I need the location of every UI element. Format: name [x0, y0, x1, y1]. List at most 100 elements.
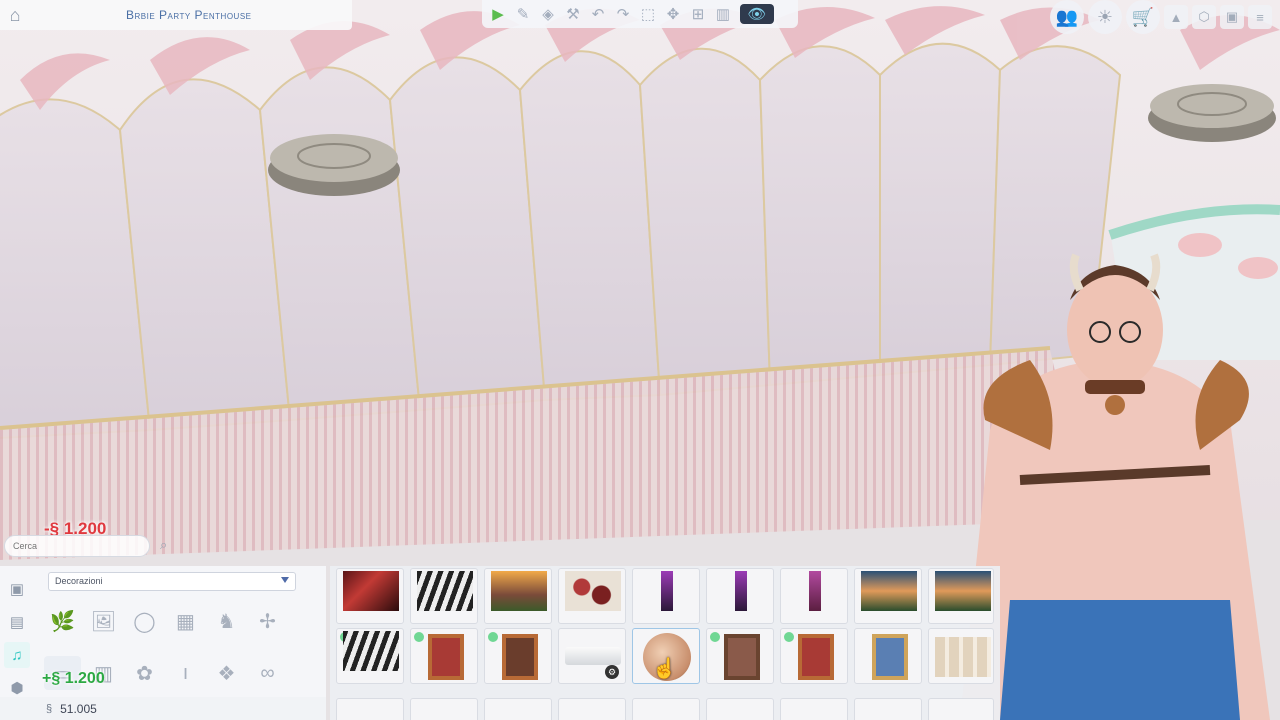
build-toolbar: ▶ ✎ ◈ ⚒ ↶ ↷ ⬚ ✥ ⊞ ▥ 👁 — [482, 0, 798, 28]
item-thumbnail — [343, 631, 399, 671]
ceiling-light-left — [268, 134, 400, 196]
undo-icon[interactable]: ↶ — [586, 2, 610, 26]
item-thumbnail — [417, 571, 473, 611]
catalog-item[interactable] — [410, 628, 478, 684]
floor-up-icon[interactable]: ▲ — [1164, 5, 1188, 29]
item-thumbnail — [428, 634, 464, 680]
new-item-icon — [710, 632, 720, 642]
new-item-icon — [414, 632, 424, 642]
item-thumbnail — [565, 647, 621, 665]
subcategory-row-1: 🌿 🖼 ◯ ▦ ♞ ✢ — [44, 604, 286, 638]
catalog-item[interactable] — [336, 698, 404, 720]
item-thumbnail — [861, 571, 917, 611]
catalog-item[interactable] — [928, 628, 994, 684]
item-thumbnail — [735, 571, 747, 611]
new-item-icon — [488, 632, 498, 642]
catalog-item[interactable] — [928, 568, 994, 624]
sledgehammer-tool-icon[interactable]: ⚒ — [561, 2, 585, 26]
catalog-item[interactable] — [928, 698, 994, 720]
new-item-icon — [784, 632, 794, 642]
catalog-item[interactable] — [484, 698, 552, 720]
top-right-controls: 👥 ☀ 🛒 ▲ ⬡ ▣ ≡ — [1050, 0, 1280, 34]
catalog-item[interactable] — [484, 568, 552, 624]
cube-icon[interactable]: ⬡ — [1192, 5, 1216, 29]
design-tool-icon[interactable]: ◈ — [536, 2, 560, 26]
gain-indicator: +§ 1.200 — [42, 670, 105, 687]
catalog-item[interactable] — [632, 698, 700, 720]
catalog-item-grid: ⚙ — [330, 566, 1000, 720]
chevron-down-icon — [281, 577, 289, 583]
category-value: Decorazioni — [55, 576, 103, 586]
funds-value: 51.005 — [60, 701, 97, 716]
curtain-icon[interactable]: ▦ — [167, 604, 204, 638]
plant-icon[interactable]: 🌿 — [44, 604, 81, 638]
cart-icon[interactable]: 🛒 — [1126, 0, 1160, 34]
window-icon[interactable]: ▣ — [1220, 5, 1244, 29]
catalog-item[interactable] — [410, 698, 478, 720]
catalog-item[interactable] — [780, 698, 848, 720]
wall-tool-icon[interactable]: ▥ — [711, 2, 735, 26]
catalog-item[interactable] — [558, 698, 626, 720]
catalog-item[interactable] — [706, 698, 774, 720]
gear-icon: ⚙ — [605, 665, 619, 679]
simoleon-icon: § — [46, 702, 53, 715]
ceiling-fan-icon[interactable]: ✢ — [249, 604, 286, 638]
decor-icon[interactable]: ♫ — [4, 642, 30, 668]
item-thumbnail — [502, 634, 538, 680]
cursor-hand-icon: ☝ — [652, 658, 677, 680]
catalog-item[interactable] — [336, 628, 404, 684]
catalog-item[interactable] — [558, 568, 626, 624]
sculpture-icon[interactable]: ♞ — [208, 604, 245, 638]
eyedropper-tool-icon[interactable]: ✎ — [511, 2, 535, 26]
category-dropdown[interactable]: Decorazioni — [48, 572, 296, 591]
search-input[interactable] — [4, 535, 150, 557]
redo-icon[interactable]: ↷ — [611, 2, 635, 26]
rooms-icon[interactable]: ▤ — [4, 609, 30, 635]
catalog-item[interactable] — [410, 568, 478, 624]
lightbulb-icon[interactable]: ☀ — [1088, 0, 1122, 34]
move-tool-icon[interactable]: ✥ — [661, 2, 685, 26]
catalog-item[interactable]: ⚙ — [558, 628, 626, 684]
catalog-search: ⌕ — [4, 535, 184, 557]
catalog-item[interactable] — [706, 568, 774, 624]
catalog-item[interactable] — [780, 568, 848, 624]
search-icon[interactable]: ⌕ — [160, 537, 178, 555]
candle-icon[interactable]: ı — [167, 656, 204, 690]
mirror-icon[interactable]: ◯ — [126, 604, 163, 638]
home-icon[interactable]: ⌂ — [0, 0, 30, 30]
ceiling-light-right — [1148, 84, 1276, 142]
catalog-item[interactable] — [632, 568, 700, 624]
floor-tool-icon[interactable]: ⊞ — [686, 2, 710, 26]
item-thumbnail — [724, 634, 760, 680]
item-thumbnail — [491, 571, 547, 611]
catalog-item[interactable] — [484, 628, 552, 684]
catalog-item[interactable] — [854, 568, 922, 624]
item-thumbnail — [935, 637, 991, 677]
select-tool-icon[interactable]: ▶ — [486, 2, 510, 26]
place-tool-icon[interactable]: ⬚ — [636, 2, 660, 26]
catalog-item[interactable] — [336, 568, 404, 624]
lot-title-bar: ⌂ Brbie Party Penthouse — [0, 0, 352, 30]
household-funds: § 51.005 — [0, 697, 326, 720]
item-thumbnail — [872, 634, 908, 680]
camera-view-icon[interactable]: 👁 — [740, 4, 774, 24]
catalog-item[interactable] — [706, 628, 774, 684]
painting-icon[interactable]: 🖼 — [85, 604, 122, 638]
item-thumbnail — [798, 634, 834, 680]
pattern-icon[interactable]: ❖ — [208, 656, 245, 690]
lot-name: Brbie Party Penthouse — [126, 8, 252, 22]
catalog-side-tabs: ▣ ▤ ♫ ⬢ — [4, 576, 34, 708]
catalog-item[interactable] — [854, 628, 922, 684]
pet-icon[interactable]: ✿ — [126, 656, 163, 690]
infinity-icon[interactable]: ∞ — [249, 656, 286, 690]
catalog-item[interactable] — [780, 628, 848, 684]
item-thumbnail — [809, 571, 821, 611]
item-thumbnail — [343, 571, 399, 611]
menu-icon[interactable]: ≡ — [1248, 5, 1272, 29]
objects-icon[interactable]: ▣ — [4, 576, 30, 602]
item-thumbnail — [565, 571, 621, 611]
catalog-panel: ▣ ▤ ♫ ⬢ Decorazioni 🌿 🖼 ◯ ▦ ♞ ✢ ▭ ▥ ✿ ı … — [0, 566, 326, 720]
sims-icon[interactable]: 👥 — [1050, 0, 1084, 34]
catalog-item[interactable] — [854, 698, 922, 720]
item-thumbnail — [935, 571, 991, 611]
